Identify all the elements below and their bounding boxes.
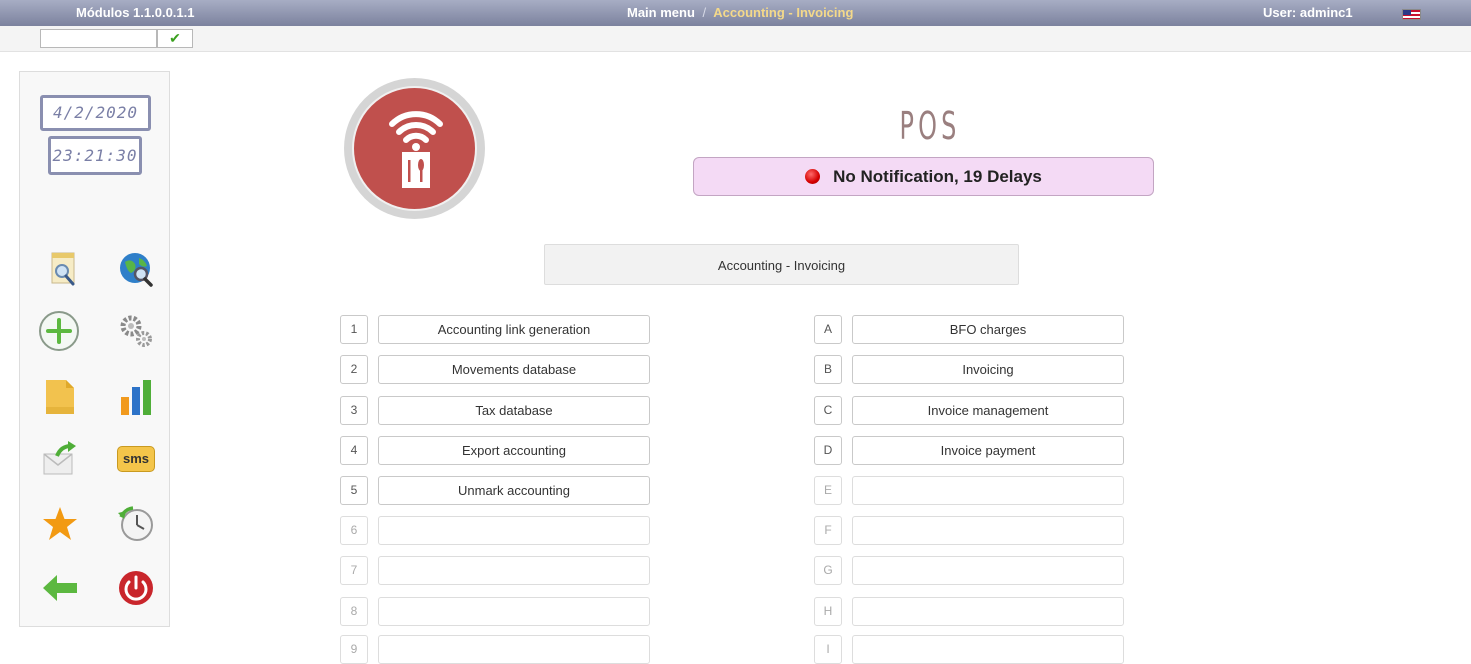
company-logo xyxy=(344,78,485,219)
menu-item-empty-e[interactable] xyxy=(852,476,1124,505)
menu-key-1: 1 xyxy=(340,315,368,344)
menu-key-4: 4 xyxy=(340,436,368,465)
star-icon[interactable] xyxy=(38,502,82,546)
menu-key-6: 6 xyxy=(340,516,368,545)
bar-chart-icon[interactable] xyxy=(114,375,158,419)
menu-item-invoicing[interactable]: Invoicing xyxy=(852,355,1124,384)
breadcrumb-current: Accounting - Invoicing xyxy=(713,5,854,20)
menu-key-c: C xyxy=(814,396,842,425)
back-arrow-icon[interactable] xyxy=(38,566,82,610)
menu-item-invoice-payment[interactable]: Invoice payment xyxy=(852,436,1124,465)
menu-item-empty-8[interactable] xyxy=(378,597,650,626)
menu-item-unmark-accounting[interactable]: Unmark accounting xyxy=(378,476,650,505)
globe-search-icon[interactable] xyxy=(114,247,158,291)
breadcrumb-main-menu[interactable]: Main menu xyxy=(627,5,695,20)
sms-icon[interactable]: sms xyxy=(114,437,158,481)
menu-key-e: E xyxy=(814,476,842,505)
menu-item-empty-g[interactable] xyxy=(852,556,1124,585)
red-status-dot-icon xyxy=(805,169,821,184)
menu-item-empty-9[interactable] xyxy=(378,635,650,664)
menu-item-tax-database[interactable]: Tax database xyxy=(378,396,650,425)
quick-search-submit-button[interactable]: ✔ xyxy=(157,29,193,48)
checkmark-icon: ✔ xyxy=(169,30,181,46)
menu-item-invoice-management[interactable]: Invoice management xyxy=(852,396,1124,425)
menu-item-bfo-charges[interactable]: BFO charges xyxy=(852,315,1124,344)
notification-text: No Notification, 19 Delays xyxy=(833,166,1042,186)
menu-key-b: B xyxy=(814,355,842,384)
breadcrumb: Main menu / Accounting - Invoicing xyxy=(627,5,853,20)
top-bar: Módulos 1.1.0.0.1.1 Main menu / Accounti… xyxy=(0,0,1471,26)
sidebar: 4/2/2020 23:21:30 sms xyxy=(19,71,170,627)
menu-item-empty-f[interactable] xyxy=(852,516,1124,545)
notification-banner[interactable]: No Notification, 19 Delays xyxy=(693,157,1154,196)
menu-key-d: D xyxy=(814,436,842,465)
logo-badge xyxy=(352,86,477,211)
add-circle-icon[interactable] xyxy=(37,309,81,353)
menu-key-9: 9 xyxy=(340,635,368,664)
mail-forward-icon[interactable] xyxy=(38,437,82,481)
us-flag-icon[interactable] xyxy=(1402,9,1421,20)
menu-item-movements-database[interactable]: Movements database xyxy=(378,355,650,384)
quick-search-input[interactable] xyxy=(40,29,157,48)
sms-icon-label: sms xyxy=(117,446,155,472)
menu-key-8: 8 xyxy=(340,597,368,626)
menu-item-empty-7[interactable] xyxy=(378,556,650,585)
menu-key-5: 5 xyxy=(340,476,368,505)
folder-icon[interactable] xyxy=(38,375,82,419)
menu-item-accounting-link-generation[interactable]: Accounting link generation xyxy=(378,315,650,344)
app-title: POS xyxy=(899,104,961,148)
menu-key-a: A xyxy=(814,315,842,344)
clock-history-icon[interactable] xyxy=(114,502,158,546)
menu-item-empty-6[interactable] xyxy=(378,516,650,545)
menu-key-7: 7 xyxy=(340,556,368,585)
section-title: Accounting - Invoicing xyxy=(544,244,1019,285)
modules-version: Módulos 1.1.0.0.1.1 xyxy=(76,5,195,20)
menu-key-3: 3 xyxy=(340,396,368,425)
menu-key-f: F xyxy=(814,516,842,545)
menu-key-i: I xyxy=(814,635,842,664)
document-search-icon[interactable] xyxy=(42,247,86,291)
gears-icon[interactable] xyxy=(114,309,158,353)
menu-key-2: 2 xyxy=(340,355,368,384)
menu-key-g: G xyxy=(814,556,842,585)
quick-search-bar: ✔ xyxy=(0,26,1471,52)
date-display: 4/2/2020 xyxy=(40,95,151,131)
user-label: User: adminc1 xyxy=(1263,5,1353,20)
time-display: 23:21:30 xyxy=(48,136,142,175)
menu-item-empty-h[interactable] xyxy=(852,597,1124,626)
menu-item-empty-i[interactable] xyxy=(852,635,1124,664)
restaurant-wifi-icon xyxy=(389,111,443,188)
power-icon[interactable] xyxy=(114,566,158,610)
breadcrumb-separator: / xyxy=(702,5,707,20)
menu-item-export-accounting[interactable]: Export accounting xyxy=(378,436,650,465)
menu-key-h: H xyxy=(814,597,842,626)
